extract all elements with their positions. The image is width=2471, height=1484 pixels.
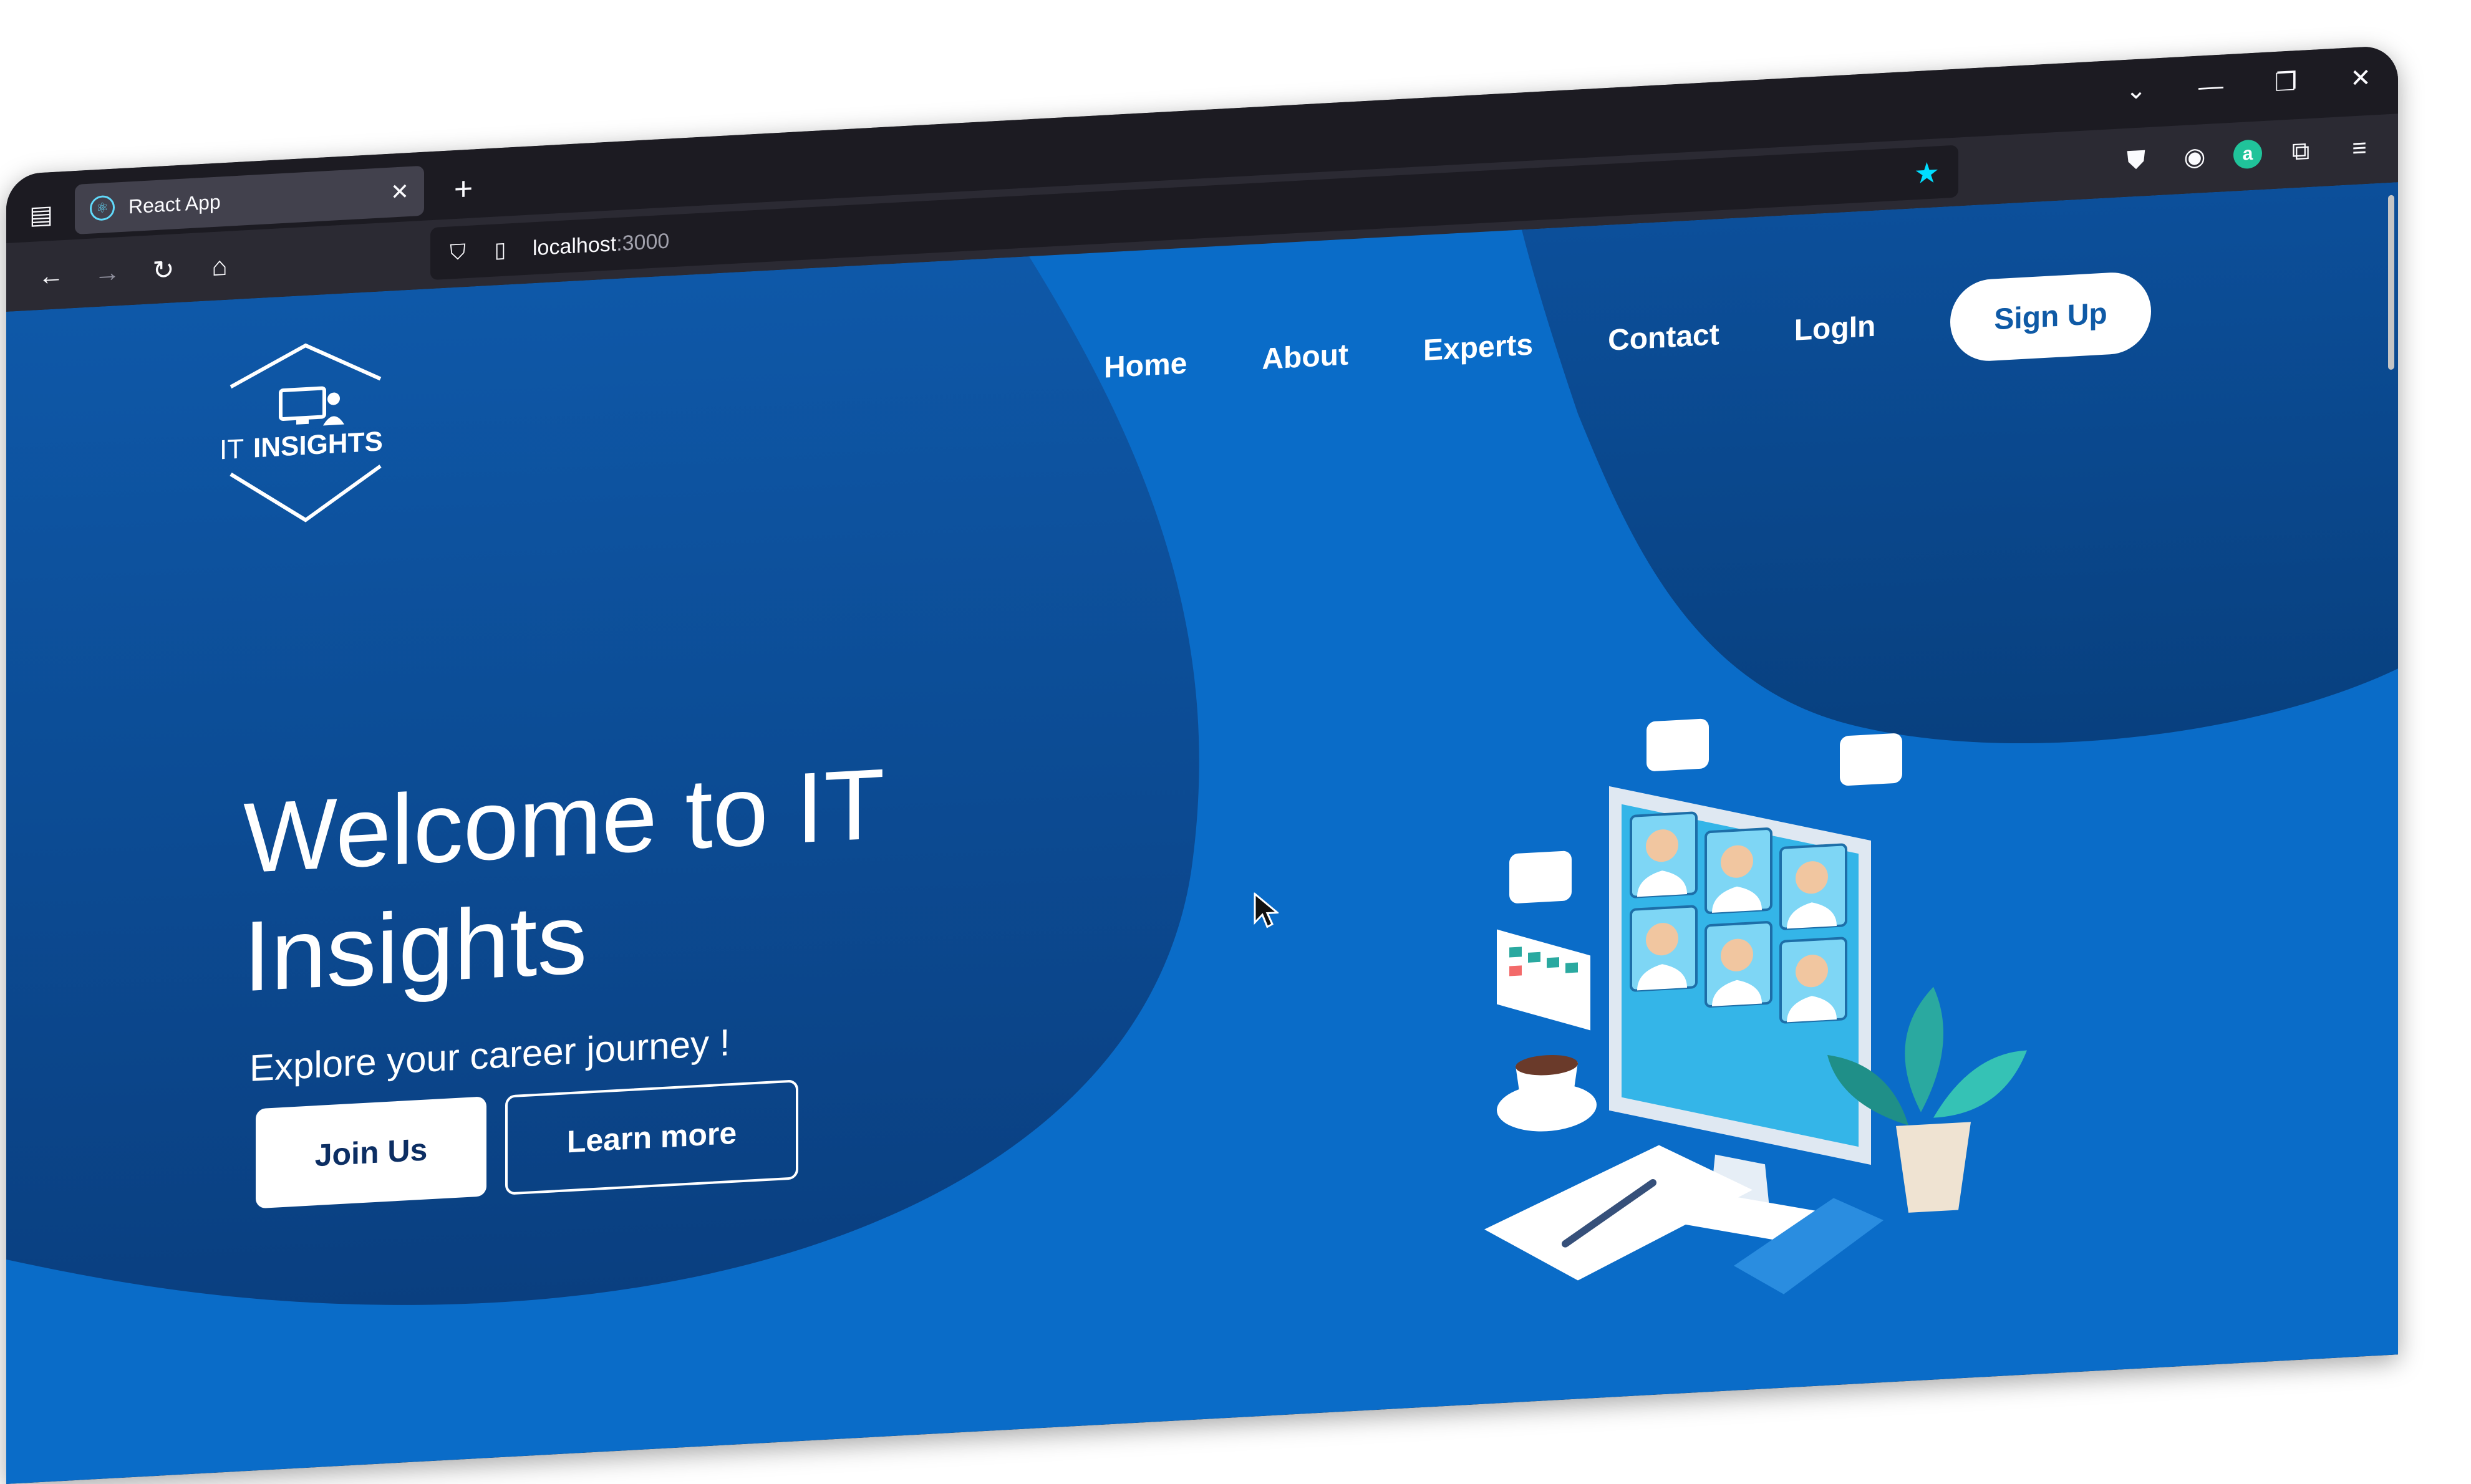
reload-icon[interactable]: ↻ bbox=[143, 249, 183, 291]
it-insights-logo[interactable]: IT INSIGHTS bbox=[218, 334, 393, 531]
hero-title: Welcome to IT Insights bbox=[243, 747, 883, 1013]
web-page: IT INSIGHTS Home About Experts Contact L… bbox=[6, 182, 2398, 1484]
restore-icon[interactable]: ❐ bbox=[2248, 49, 2323, 115]
logo-text-it: IT bbox=[220, 433, 244, 466]
url-host: localhost bbox=[533, 231, 617, 260]
nav-experts[interactable]: Experts bbox=[1423, 327, 1533, 368]
video-call-illustration bbox=[1484, 718, 2027, 1294]
close-window-icon[interactable]: ✕ bbox=[2323, 45, 2398, 111]
mouse-cursor-icon bbox=[1254, 892, 1279, 928]
tab-title: React App bbox=[128, 190, 221, 218]
tab-list-icon[interactable]: ▤ bbox=[22, 195, 60, 234]
home-icon[interactable]: ⌂ bbox=[200, 246, 239, 287]
nav-home[interactable]: Home bbox=[1104, 346, 1187, 385]
nav-login[interactable]: LogIn bbox=[1794, 309, 1876, 348]
bookmark-star-icon[interactable]: ★ bbox=[1914, 155, 1940, 190]
window-controls: ⌄ — ❐ ✕ bbox=[2099, 45, 2398, 123]
signup-button[interactable]: Sign Up bbox=[1950, 270, 2151, 364]
page-info-icon[interactable]: ▯ bbox=[485, 234, 515, 266]
back-arrow-icon[interactable]: ← bbox=[31, 254, 71, 296]
browser-window: ▤ ⚛ React App ✕ + ⌄ — ❐ ✕ ← → ↻ ⌂ ⛉ ▯ lo… bbox=[6, 45, 2398, 1484]
scrollbar[interactable] bbox=[2388, 195, 2394, 370]
react-favicon-icon: ⚛ bbox=[90, 195, 115, 221]
menu-icon[interactable]: ≡ bbox=[2339, 127, 2379, 169]
shield-icon[interactable]: ⛉ bbox=[443, 236, 473, 268]
toolbar-actions: ⛊ ◉ a ⧉ ≡ bbox=[2116, 127, 2379, 181]
forward-arrow-icon[interactable]: → bbox=[87, 251, 127, 293]
extensions-icon[interactable]: ⧉ bbox=[2281, 130, 2321, 172]
learn-more-button[interactable]: Learn more bbox=[505, 1079, 798, 1195]
account-icon[interactable]: ◉ bbox=[2175, 136, 2215, 178]
url-port: :3000 bbox=[616, 228, 670, 256]
new-tab-icon[interactable]: + bbox=[443, 168, 484, 211]
amazon-assistant-icon[interactable]: a bbox=[2233, 139, 2262, 170]
nav-contact[interactable]: Contact bbox=[1608, 317, 1719, 358]
pocket-icon[interactable]: ⛊ bbox=[2116, 139, 2156, 181]
minimize-icon[interactable]: — bbox=[2174, 53, 2248, 119]
join-us-button[interactable]: Join Us bbox=[256, 1096, 486, 1209]
close-tab-icon[interactable]: ✕ bbox=[390, 178, 409, 206]
tab-overflow-chevron-icon[interactable]: ⌄ bbox=[2099, 57, 2174, 123]
nav-about[interactable]: About bbox=[1262, 337, 1348, 377]
